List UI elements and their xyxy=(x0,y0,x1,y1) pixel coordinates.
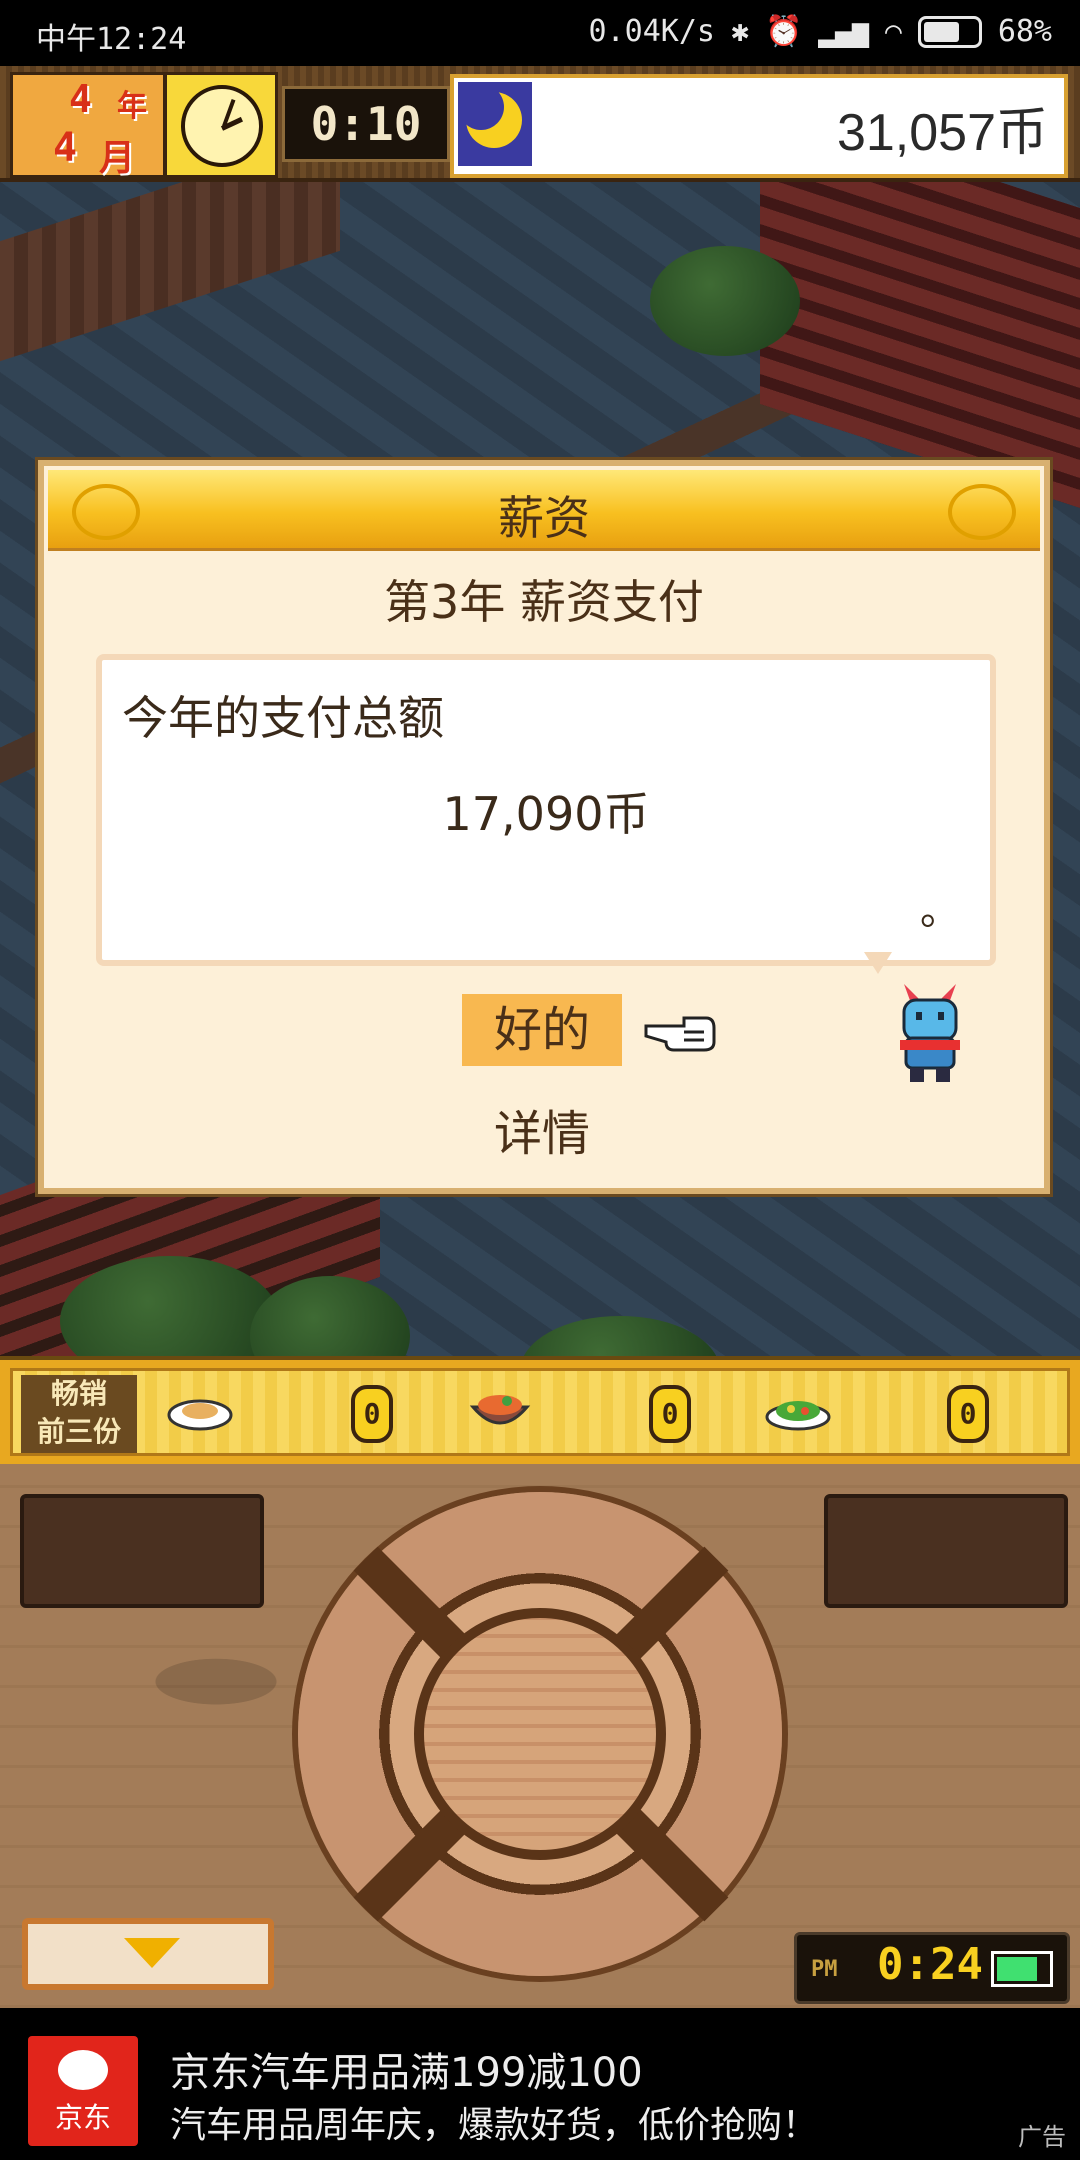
ad-title[interactable]: 京东汽车用品满199减100 xyxy=(170,2040,643,2098)
date-display: 4 年 4 月 xyxy=(10,72,166,179)
direction-pad-center[interactable] xyxy=(414,1608,666,1860)
sales-count: 0 xyxy=(947,1385,989,1443)
money-display: 31,057币 xyxy=(450,74,1068,178)
direction-pad[interactable] xyxy=(298,1492,782,1976)
ad-tag: 广告 xyxy=(1018,2123,1066,2151)
ad-brand: 京东 xyxy=(54,2101,111,2134)
ok-button[interactable]: 好的 xyxy=(462,994,622,1066)
signal-icon: ▂▄▆ xyxy=(818,15,869,48)
arrow-down-icon xyxy=(124,1938,180,1968)
mascot-character-icon xyxy=(900,984,960,1082)
right-action-button[interactable] xyxy=(824,1494,1068,1608)
dialog-title: 薪资 xyxy=(498,491,590,545)
game-clock: PM 0:24 xyxy=(794,1932,1070,2004)
money-value: 31,057币 xyxy=(836,104,1048,162)
moon-icon xyxy=(458,82,532,166)
jd-logo[interactable]: 京东 xyxy=(28,2036,138,2146)
message-box: 今年的支付总额 17,090币 。 xyxy=(96,654,996,966)
left-action-button[interactable] xyxy=(20,1494,264,1608)
battery-percent: 68% xyxy=(997,14,1052,49)
pointing-hand-icon xyxy=(644,1016,716,1052)
wifi-icon: ◠ xyxy=(884,15,902,48)
clock-icon xyxy=(181,85,263,167)
details-button[interactable]: 详情 xyxy=(462,1098,622,1170)
elapsed-time: 0:10 xyxy=(282,86,450,162)
status-icons: 0.04K/s ✱ ⏰ ▂▄▆ ◠ 68% xyxy=(589,14,1052,49)
dialog-subtitle: 第3年 薪资支付 xyxy=(384,575,704,629)
sales-count: 0 xyxy=(649,1385,691,1443)
top-hud: 4 年 4 月 0:10 31,057币 xyxy=(0,66,1080,182)
status-time: 中午12:24 xyxy=(36,22,187,57)
alarm-icon: ⏰ xyxy=(765,14,803,49)
network-speed: 0.04K/s xyxy=(588,14,715,49)
best-sellers-bar: 畅销 前三份 0 0 0 xyxy=(0,1356,1080,1468)
bluetooth-icon: ✱ xyxy=(730,14,750,49)
period-label: PM xyxy=(811,1957,838,1982)
payment-amount: 17,090币 xyxy=(442,787,650,841)
game-clock-time: 0:24 xyxy=(877,1939,983,1990)
battery-icon xyxy=(991,1951,1053,1987)
dish-salad-icon xyxy=(765,1401,831,1431)
dish-plate-icon xyxy=(167,1399,233,1431)
status-bar: 中午12:24 0.04K/s ✱ ⏰ ▂▄▆ ◠ 68% xyxy=(0,0,1080,66)
battery-icon xyxy=(917,15,982,48)
month-unit: 月 xyxy=(99,138,136,179)
best-sellers-label: 畅销 前三份 xyxy=(21,1375,137,1453)
menu-toggle-button[interactable] xyxy=(22,1918,274,1990)
ad-description[interactable]: 汽车用品周年庆，爆款好货，低价抢购！ xyxy=(170,2096,818,2148)
month-number: 4 xyxy=(53,125,78,171)
dog-mascot-icon xyxy=(58,2050,108,2090)
speech-tail xyxy=(864,952,892,974)
tree xyxy=(650,246,800,356)
dish-bowl-icon xyxy=(469,1395,531,1425)
salary-dialog: 薪资 第3年 薪资支付 今年的支付总额 17,090币 。 好的 详情 xyxy=(38,460,1050,1194)
year-unit: 年 xyxy=(117,89,147,124)
control-panel: PM 0:24 xyxy=(0,1464,1080,2008)
message-text: 今年的支付总额 xyxy=(122,691,444,745)
clock-button[interactable] xyxy=(164,72,278,178)
dialog-header: 薪资 xyxy=(48,470,1040,551)
message-end-mark: 。 xyxy=(920,888,960,934)
ad-banner[interactable]: 京东 京东汽车用品满199减100 汽车用品周年庆，爆款好货，低价抢购！ 广告 xyxy=(0,2008,1080,2160)
year-number: 4 xyxy=(69,77,92,121)
sales-count: 0 xyxy=(351,1385,393,1443)
